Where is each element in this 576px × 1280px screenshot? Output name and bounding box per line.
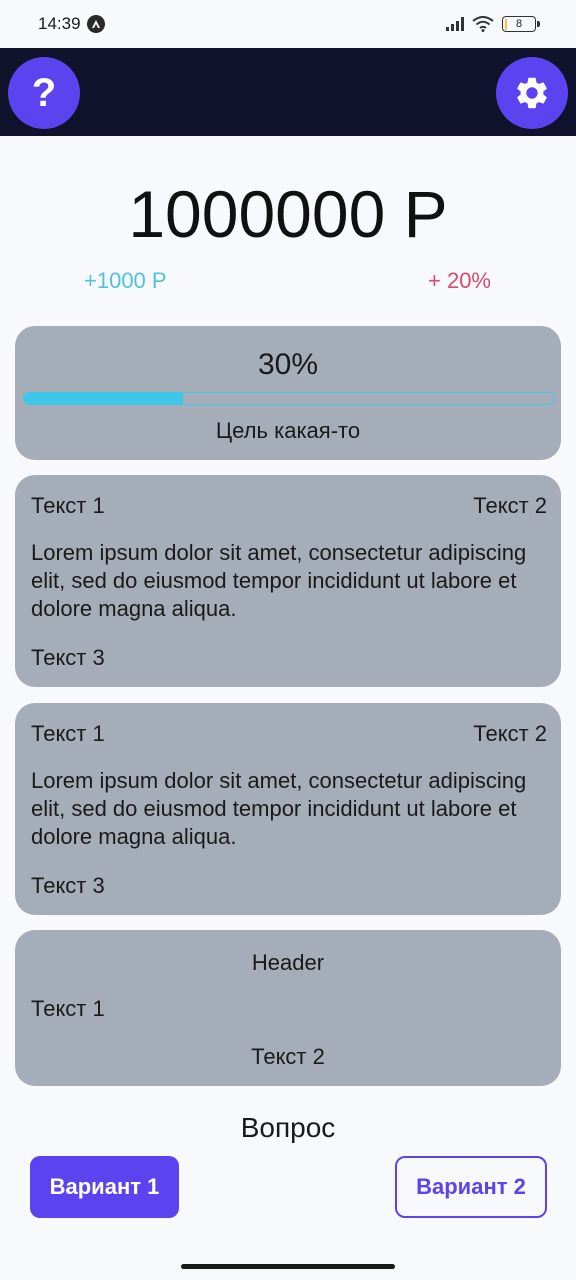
header-card[interactable]: Header Текст 1 Текст 2: [15, 930, 561, 1086]
balance-delta-percent: + 20%: [428, 268, 491, 293]
header-card-text-2: Текст 2: [251, 1044, 325, 1069]
card-text-3: Текст 3: [31, 645, 105, 670]
status-left: 14:39: [38, 14, 105, 34]
card-text-2: Текст 2: [473, 721, 547, 746]
status-right: 8: [446, 16, 540, 32]
goal-progress-bar: [23, 392, 555, 405]
question-icon: ?: [31, 70, 57, 115]
question-title: Вопрос: [240, 1112, 336, 1143]
option-2-button[interactable]: Вариант 2: [395, 1156, 547, 1218]
text-card[interactable]: Текст 1 Текст 2 Lorem ipsum dolor sit am…: [15, 475, 561, 687]
header-card-text-1: Текст 1: [31, 996, 105, 1021]
text-card[interactable]: Текст 1 Текст 2 Lorem ipsum dolor sit am…: [15, 703, 561, 915]
goal-card[interactable]: 30% Цель какая-то: [15, 326, 561, 460]
gear-icon: [517, 77, 547, 109]
balance-delta-amount: +1000 Р: [84, 268, 167, 293]
card-text-1: Текст 1: [31, 721, 105, 746]
card-body: Lorem ipsum dolor sit amet, consectetur …: [31, 768, 527, 849]
card-text-3: Текст 3: [31, 873, 105, 898]
goal-progress-fill: [24, 393, 183, 404]
header-card-title: Header: [251, 950, 325, 975]
battery-fill: [504, 18, 508, 30]
goal-name: Цель какая-то: [215, 418, 361, 443]
home-indicator[interactable]: [181, 1264, 395, 1269]
card-text-1: Текст 1: [31, 493, 105, 518]
app-notification-icon: [86, 15, 105, 33]
balance-amount: 1000000 Р: [128, 177, 448, 251]
app-bar: ?: [0, 48, 576, 136]
battery-level: 8: [515, 18, 523, 30]
signal-icon: [446, 17, 464, 31]
help-button[interactable]: ?: [8, 57, 80, 129]
card-body: Lorem ipsum dolor sit amet, consectetur …: [31, 540, 527, 621]
status-bar: 14:39 8: [0, 0, 576, 48]
battery-icon: 8: [502, 16, 540, 32]
card-text-2: Текст 2: [473, 493, 547, 518]
wifi-icon: [472, 16, 494, 32]
goal-percent: 30%: [257, 348, 319, 381]
option-1-button[interactable]: Вариант 1: [30, 1156, 179, 1218]
settings-button[interactable]: [496, 57, 568, 129]
status-time: 14:39: [38, 14, 81, 33]
